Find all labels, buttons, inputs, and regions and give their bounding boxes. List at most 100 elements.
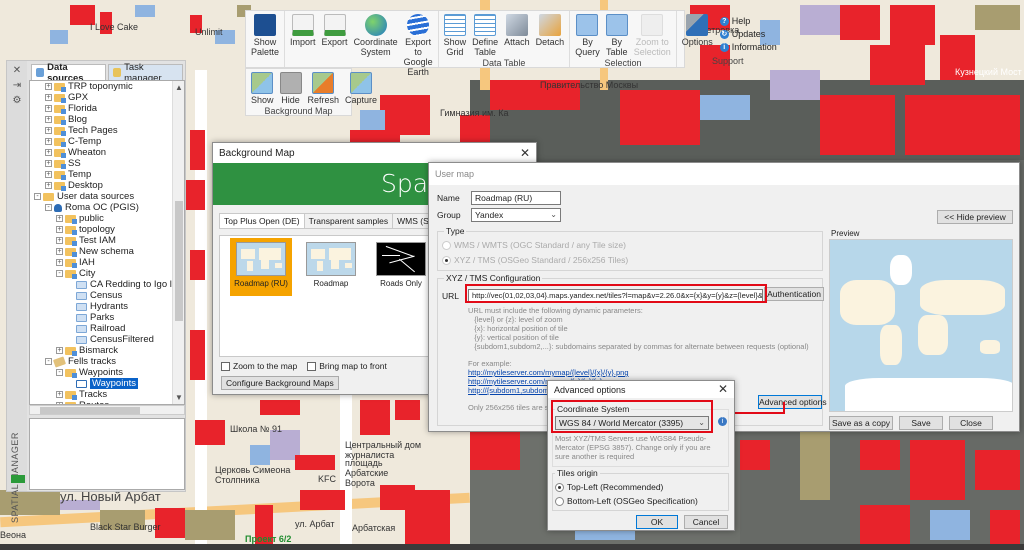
expand-icon[interactable]: + bbox=[45, 116, 52, 123]
define-table-button[interactable]: Define Table bbox=[469, 13, 501, 57]
collapse-icon[interactable]: - bbox=[45, 358, 52, 365]
expand-icon[interactable]: + bbox=[56, 259, 63, 266]
scroll-down-icon[interactable]: ▼ bbox=[173, 393, 184, 402]
expand-icon[interactable]: + bbox=[56, 237, 63, 244]
tab-top-plus-open[interactable]: Top Plus Open (DE) bbox=[219, 213, 305, 229]
refresh-background-map-button[interactable]: Refresh bbox=[305, 71, 343, 105]
collapse-icon[interactable]: - bbox=[56, 270, 63, 277]
map-thumbnail-roads-only[interactable]: Roads Only bbox=[370, 238, 432, 296]
show-grid-button[interactable]: Show Grid bbox=[441, 13, 470, 57]
tree-node[interactable]: - City bbox=[30, 268, 172, 279]
tree-node[interactable]: + Blog bbox=[30, 114, 172, 125]
group-select[interactable]: Yandex ⌄ bbox=[471, 208, 561, 222]
dock-panel-icon[interactable]: ⇥ bbox=[10, 80, 24, 91]
attach-button[interactable]: Attach bbox=[501, 13, 533, 57]
zoom-to-map-checkbox[interactable] bbox=[221, 361, 230, 371]
information-link[interactable]: i Information bbox=[719, 41, 777, 54]
info-icon[interactable]: i bbox=[718, 417, 727, 426]
tree-node[interactable]: + Florida bbox=[30, 103, 172, 114]
data-sources-tree[interactable]: + TRP toponymic + GPX + Florida + Blog + Tech Pag… bbox=[29, 80, 185, 405]
capture-background-map-button[interactable]: Capture bbox=[342, 71, 380, 105]
bottom-left-radio[interactable] bbox=[555, 496, 564, 506]
expand-icon[interactable]: + bbox=[45, 105, 52, 112]
tree-node[interactable]: - User data sources bbox=[30, 191, 172, 202]
tree-node[interactable]: + public bbox=[30, 213, 172, 224]
tree-node[interactable]: + Bismarck bbox=[30, 345, 172, 356]
expand-icon[interactable]: + bbox=[56, 347, 63, 354]
select-by-query-button[interactable]: By Query bbox=[572, 13, 603, 57]
top-left-radio[interactable] bbox=[555, 482, 564, 492]
collapse-icon[interactable]: - bbox=[34, 193, 41, 200]
expand-icon[interactable]: + bbox=[45, 149, 52, 156]
hide-preview-button[interactable]: << Hide preview bbox=[937, 210, 1013, 224]
expand-icon[interactable]: + bbox=[56, 391, 63, 398]
tab-data-sources[interactable]: Data sources bbox=[31, 62, 106, 84]
collapse-icon[interactable]: - bbox=[45, 204, 52, 211]
scrollbar-thumb[interactable] bbox=[175, 201, 183, 321]
example-link[interactable]: http://mytileserver.com/mymap/{level}/{x… bbox=[468, 368, 818, 377]
tree-node[interactable]: Parks bbox=[30, 312, 172, 323]
save-button[interactable]: Save bbox=[899, 416, 943, 430]
type-option-xyz[interactable]: XYZ / TMS (OSGeo Standard / 256x256 Tile… bbox=[442, 255, 628, 265]
expand-icon[interactable]: + bbox=[45, 83, 52, 90]
tab-task-manager[interactable]: Task manager bbox=[108, 62, 183, 84]
tree-node[interactable]: CA Redding to Igo loop (lin bbox=[30, 279, 184, 290]
zoom-to-selection-button[interactable]: Zoom to Selection bbox=[631, 13, 674, 57]
tree-node[interactable]: - Roma OC (PGIS) bbox=[30, 202, 172, 213]
show-palette-button[interactable]: Show Palette bbox=[248, 13, 282, 57]
tree-node[interactable]: Railroad bbox=[30, 323, 172, 334]
options-button[interactable]: Options bbox=[679, 13, 716, 55]
scroll-up-icon[interactable]: ▲ bbox=[173, 83, 184, 92]
close-panel-icon[interactable]: ✕ bbox=[10, 65, 24, 76]
expand-icon[interactable]: + bbox=[45, 94, 52, 101]
tree-node[interactable]: Hydrants bbox=[30, 301, 172, 312]
expand-icon[interactable]: + bbox=[45, 138, 52, 145]
tree-node[interactable]: + TRP toponymic bbox=[30, 81, 172, 92]
panel-settings-icon[interactable]: ⚙ bbox=[10, 95, 24, 106]
close-button[interactable]: Close bbox=[949, 416, 993, 430]
tab-transparent-samples[interactable]: Transparent samples bbox=[303, 213, 394, 229]
tree-vertical-scrollbar[interactable]: ▲ ▼ bbox=[172, 81, 184, 404]
hide-background-map-button[interactable]: Hide bbox=[277, 71, 305, 105]
expand-icon[interactable]: + bbox=[56, 226, 63, 233]
tree-node[interactable]: + Wheaton bbox=[30, 147, 172, 158]
tree-horizontal-scrollbar[interactable] bbox=[29, 405, 185, 415]
map-thumbnail-roadmap[interactable]: Roadmap bbox=[300, 238, 362, 296]
tree-node[interactable]: + SS bbox=[30, 158, 172, 169]
configure-background-maps-button[interactable]: Configure Background Maps bbox=[221, 376, 339, 390]
bring-to-front-checkbox[interactable] bbox=[307, 361, 317, 371]
expand-icon[interactable]: + bbox=[45, 182, 52, 189]
collapse-icon[interactable]: - bbox=[56, 369, 63, 376]
cancel-button[interactable]: Cancel bbox=[684, 515, 728, 529]
ok-button[interactable]: OK bbox=[636, 515, 678, 529]
expand-icon[interactable]: + bbox=[56, 215, 63, 222]
updates-link[interactable]: ↻ Updates bbox=[719, 28, 777, 41]
tree-node[interactable]: CensusFiltered bbox=[30, 334, 172, 345]
xyz-radio[interactable] bbox=[442, 255, 451, 265]
close-icon[interactable]: ✕ bbox=[718, 382, 728, 396]
help-link[interactable]: ? Help bbox=[719, 15, 777, 28]
expand-icon[interactable]: + bbox=[45, 160, 52, 167]
tree-node[interactable]: + IAH bbox=[30, 257, 172, 268]
tree-node[interactable]: + Temp bbox=[30, 169, 172, 180]
authentication-button[interactable]: Authentication bbox=[764, 287, 824, 301]
save-as-copy-button[interactable]: Save as a copy bbox=[829, 416, 893, 430]
wms-radio[interactable] bbox=[442, 240, 451, 250]
close-icon[interactable]: ✕ bbox=[520, 146, 530, 160]
tree-node[interactable]: + Tech Pages bbox=[30, 125, 172, 136]
tree-node[interactable]: Census bbox=[30, 290, 172, 301]
advanced-options-button[interactable]: Advanced options bbox=[758, 395, 827, 409]
tree-node[interactable]: - Fells tracks bbox=[30, 355, 172, 368]
expand-icon[interactable]: + bbox=[45, 127, 52, 134]
export-google-earth-button[interactable]: Export to Google Earth bbox=[401, 13, 436, 77]
tree-node[interactable]: Waypoints bbox=[30, 378, 172, 389]
tree-node[interactable]: + topology bbox=[30, 224, 172, 235]
tree-node[interactable]: + Tracks bbox=[30, 389, 172, 400]
coordinate-system-button[interactable]: Coordinate System bbox=[351, 13, 401, 77]
map-thumbnail-roadmap-ru[interactable]: Roadmap (RU) bbox=[230, 238, 292, 296]
expand-icon[interactable]: + bbox=[56, 248, 63, 255]
tiles-origin-top-left[interactable]: Top-Left (Recommended) bbox=[555, 482, 663, 492]
show-background-map-button[interactable]: Show bbox=[248, 71, 277, 105]
tree-node[interactable]: + Test IAM bbox=[30, 235, 172, 246]
tree-node[interactable]: + GPX bbox=[30, 92, 172, 103]
